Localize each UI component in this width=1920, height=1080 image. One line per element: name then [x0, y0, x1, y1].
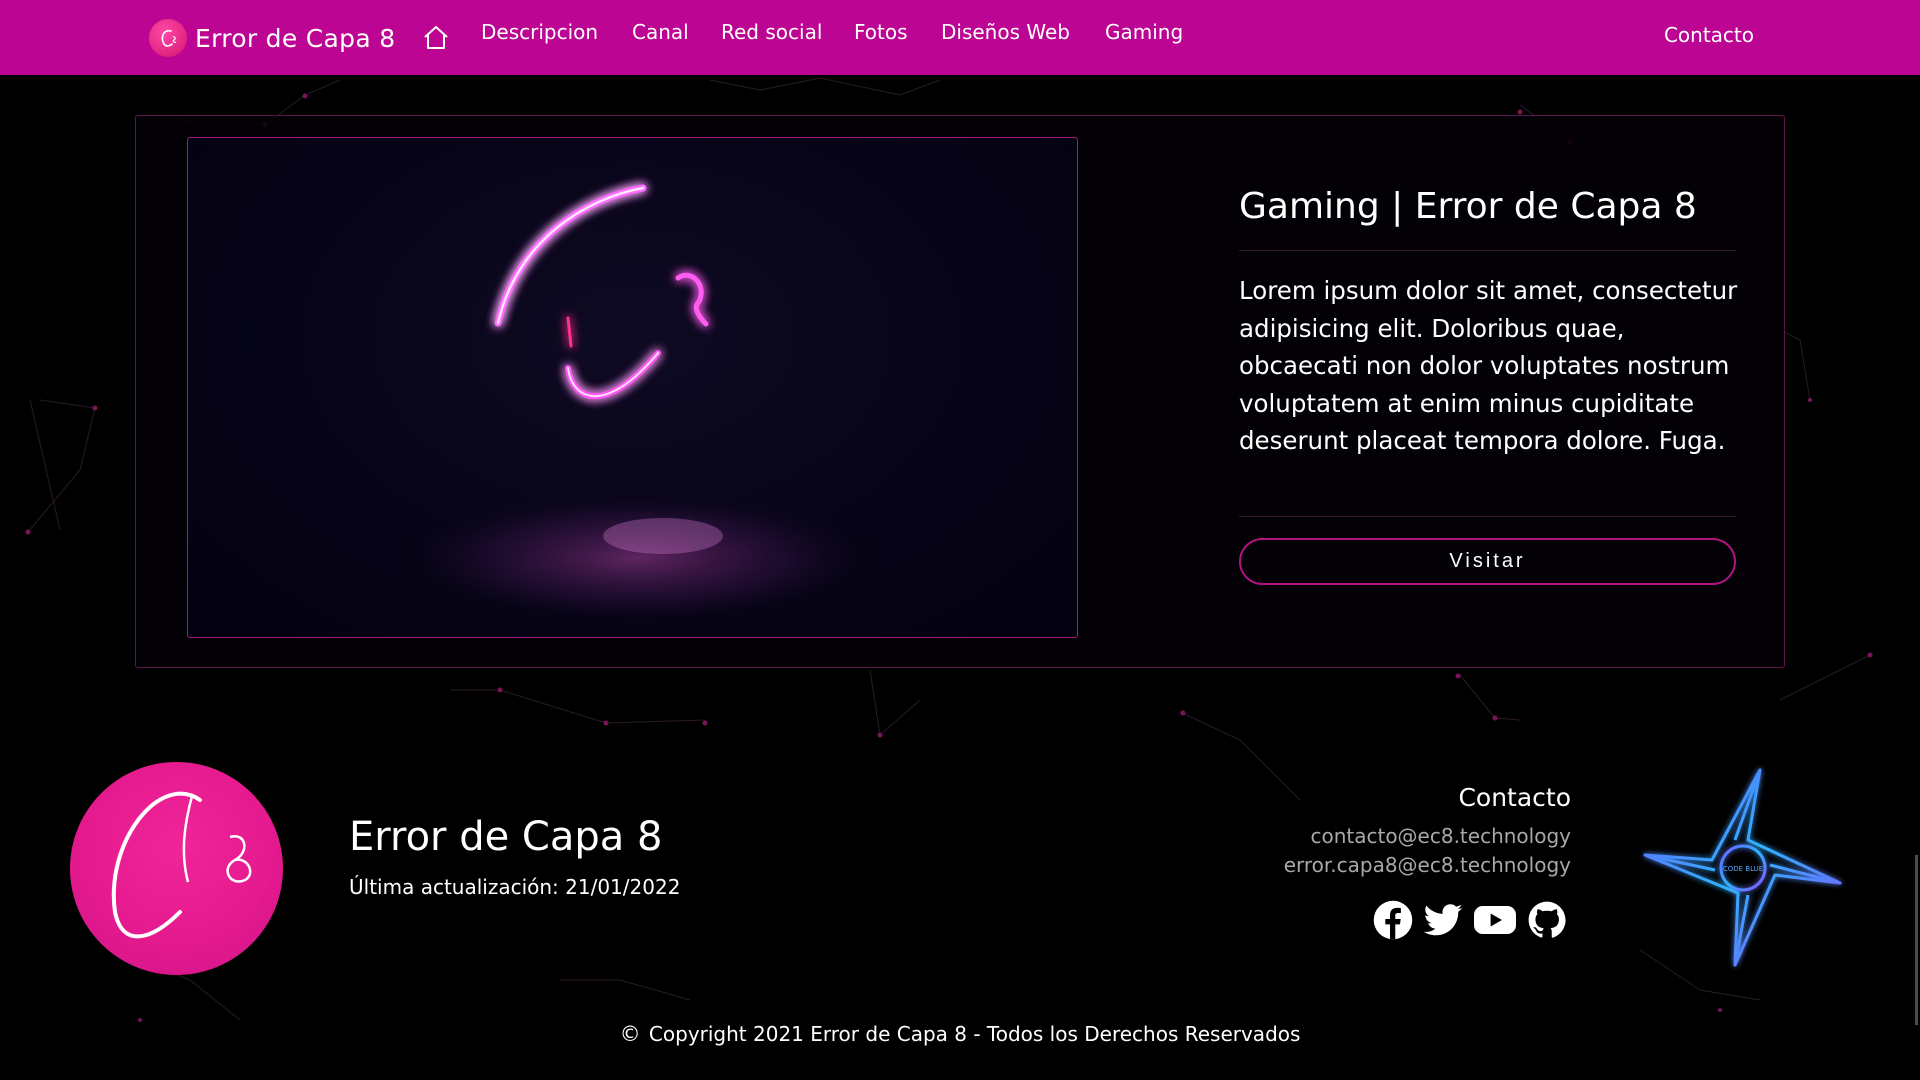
nav-link-descripcion[interactable]: Descripcion	[481, 20, 598, 44]
youtube-icon[interactable]	[1472, 899, 1518, 941]
nav-link-gaming[interactable]: Gaming	[1105, 20, 1183, 44]
home-icon[interactable]	[421, 23, 451, 51]
footer-logo	[70, 762, 283, 975]
email-link-contacto[interactable]: contacto@ec8.technology	[1310, 824, 1571, 848]
nav-link-fotos[interactable]: Fotos	[854, 20, 908, 44]
contact-heading: Contacto	[1458, 783, 1571, 812]
brand-logo-icon	[149, 19, 187, 57]
copyright-label: Copyright 2021 Error de Capa 8 - Todos l…	[648, 1022, 1301, 1046]
nav-link-contacto[interactable]: Contacto	[1664, 23, 1754, 47]
copyright-text: © Copyright 2021 Error de Capa 8 - Todos…	[0, 1022, 1920, 1046]
brand-link[interactable]: Error de Capa 8	[149, 19, 395, 57]
visit-button[interactable]: Visitar	[1239, 538, 1736, 585]
nav-link-red-social[interactable]: Red social	[721, 20, 822, 44]
gaming-card: Gaming | Error de Capa 8 Lorem ipsum dol…	[135, 115, 1785, 668]
divider	[1239, 250, 1736, 251]
facebook-icon[interactable]	[1372, 899, 1414, 941]
brand-name: Error de Capa 8	[195, 23, 396, 53]
github-icon[interactable]	[1526, 899, 1568, 941]
code-blue-logo: CODE BLUE	[1643, 768, 1842, 967]
footer-title: Error de Capa 8	[349, 814, 663, 860]
email-link-error-capa8[interactable]: error.capa8@ec8.technology	[1284, 853, 1571, 877]
last-updated: Última actualización: 21/01/2022	[349, 875, 681, 899]
card-title: Gaming | Error de Capa 8	[1239, 186, 1697, 227]
top-navbar: Error de Capa 8 Descripcion Canal Red so…	[0, 0, 1920, 75]
card-description: Lorem ipsum dolor sit amet, consectetur …	[1239, 276, 1738, 455]
copyright-icon: ©	[619, 1022, 641, 1046]
scrollbar-thumb[interactable]	[1915, 855, 1918, 1025]
code-blue-text: CODE BLUE	[1723, 865, 1763, 873]
twitter-icon[interactable]	[1422, 899, 1464, 941]
divider	[1239, 516, 1736, 517]
nav-link-disenos-web[interactable]: Diseños Web	[941, 20, 1070, 44]
neon-logo-graphic	[388, 184, 888, 628]
nav-link-canal[interactable]: Canal	[632, 20, 689, 44]
gaming-video-thumbnail[interactable]	[187, 137, 1078, 638]
